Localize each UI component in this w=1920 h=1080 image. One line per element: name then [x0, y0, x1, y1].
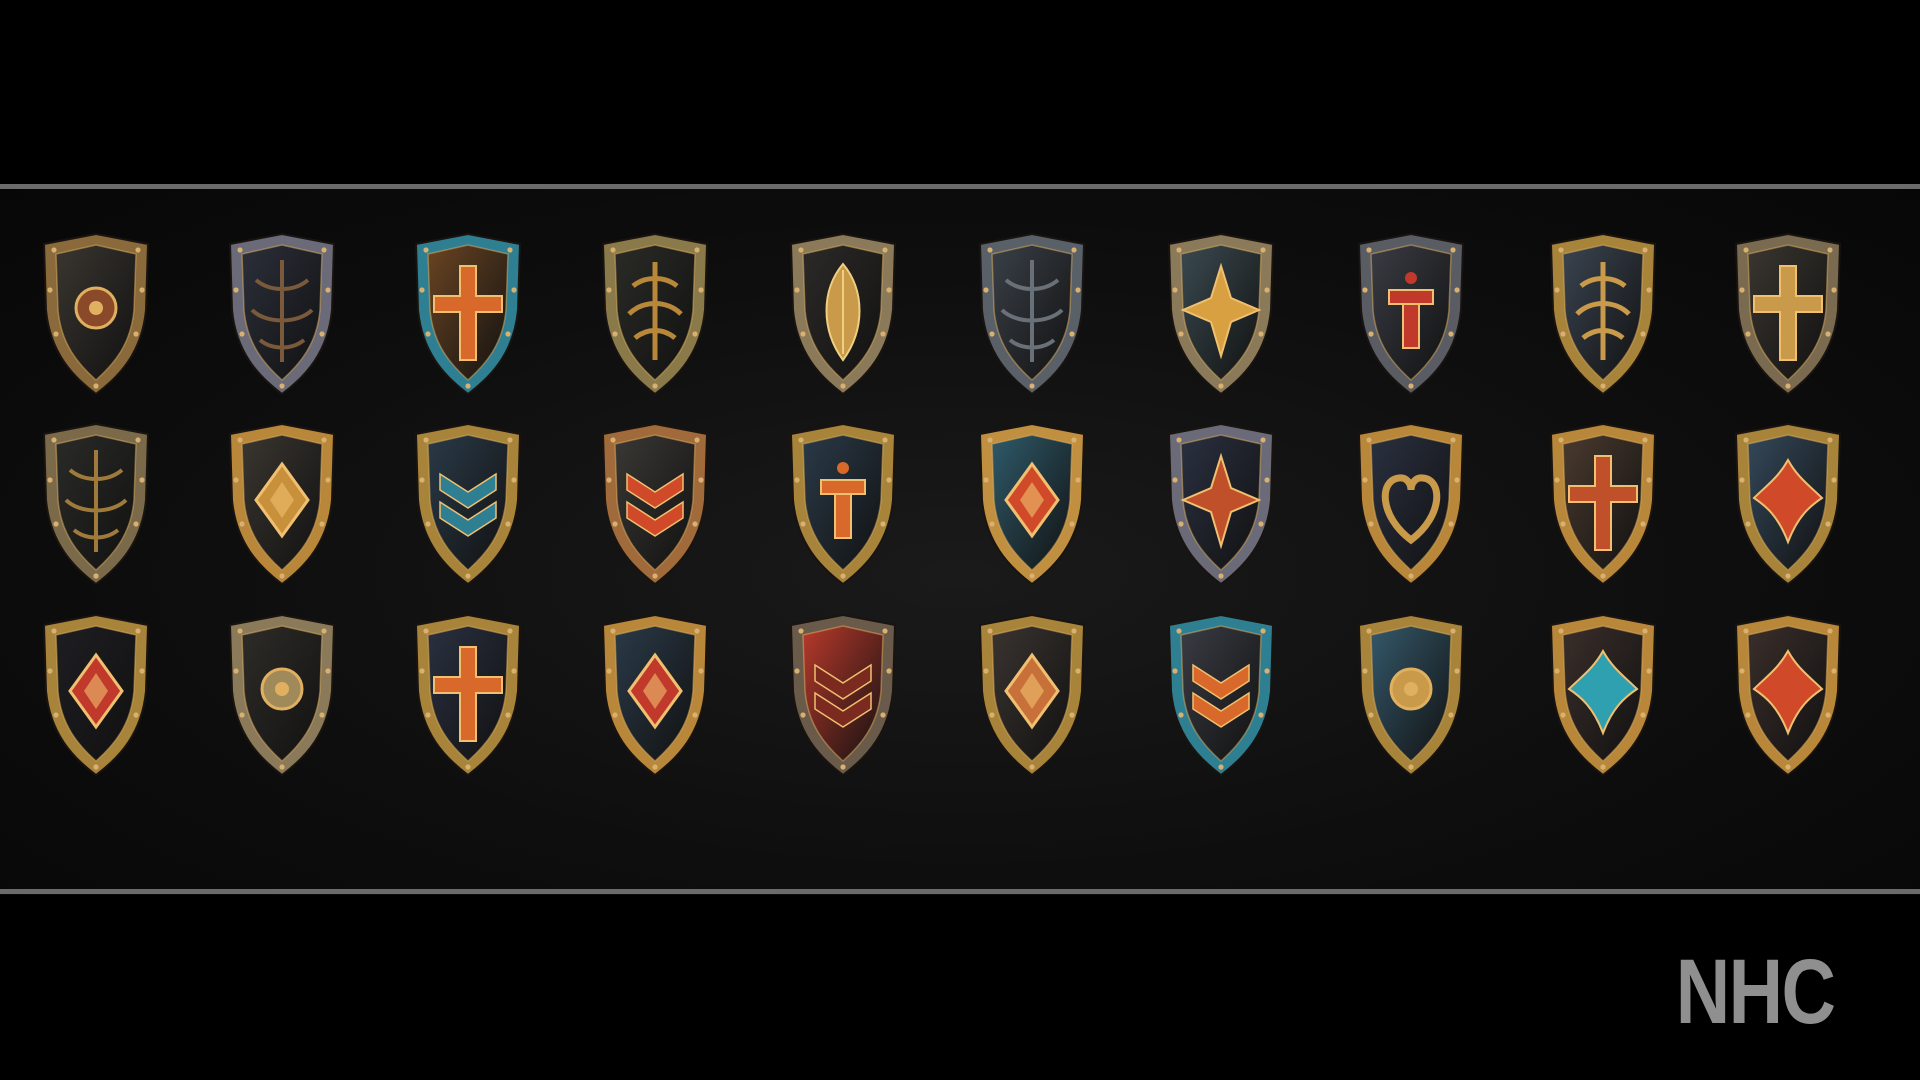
shield-bronze-boss-icon[interactable] — [34, 230, 158, 398]
shield-blue-studded-icon[interactable] — [593, 611, 717, 779]
shield-teal-weave-icon[interactable] — [406, 420, 530, 588]
shield-red-knotwork-icon[interactable] — [781, 611, 905, 779]
shield-teal-gold-boss-icon[interactable] — [1349, 611, 1473, 779]
shield-blue-gold-ornate-icon[interactable] — [1541, 230, 1665, 398]
shield-bronze-medallion-icon[interactable] — [220, 611, 344, 779]
shield-red-fleur-icon[interactable] — [1726, 611, 1850, 779]
shield-orange-wave-icon[interactable] — [1159, 611, 1283, 779]
shield-red-ruby-icon[interactable] — [34, 611, 158, 779]
shield-winged-bronze-icon[interactable] — [34, 420, 158, 588]
shield-navy-red-crest-icon[interactable] — [1159, 420, 1283, 588]
shield-navy-cross-icon[interactable] — [406, 611, 530, 779]
emblem-boss-icon — [260, 667, 304, 711]
shield-oval-gold-scroll-icon[interactable] — [593, 230, 717, 398]
shield-steel-filigree-icon[interactable] — [220, 230, 344, 398]
shield-teal-gold-star-icon[interactable] — [1159, 230, 1283, 398]
shield-gold-diamond-icon[interactable] — [220, 420, 344, 588]
shield-octagon-cross-icon[interactable] — [1541, 420, 1665, 588]
shield-blue-fleur-icon[interactable] — [1726, 420, 1850, 588]
shield-gold-cross-icon[interactable] — [1726, 230, 1850, 398]
shield-red-chevron-icon[interactable] — [593, 420, 717, 588]
shield-gold-leaf-icon[interactable] — [781, 230, 905, 398]
shield-blue-rune-icon[interactable] — [781, 420, 905, 588]
shield-heart-emblem-icon[interactable] — [1349, 420, 1473, 588]
shield-bronze-geometric-icon[interactable] — [970, 611, 1094, 779]
emblem-boss-icon — [1389, 667, 1433, 711]
shield-red-rune-icon[interactable] — [1349, 230, 1473, 398]
watermark-logo: NHC — [1675, 941, 1835, 1043]
shield-teal-quatrefoil-icon[interactable] — [1541, 611, 1665, 779]
shield-grid — [0, 189, 1920, 889]
shield-horned-steel-icon[interactable] — [970, 230, 1094, 398]
shield-teal-cross-icon[interactable] — [406, 230, 530, 398]
emblem-boss-icon — [74, 286, 118, 330]
bottom-divider — [0, 889, 1920, 894]
shield-teal-gold-filigree-icon[interactable] — [970, 420, 1094, 588]
